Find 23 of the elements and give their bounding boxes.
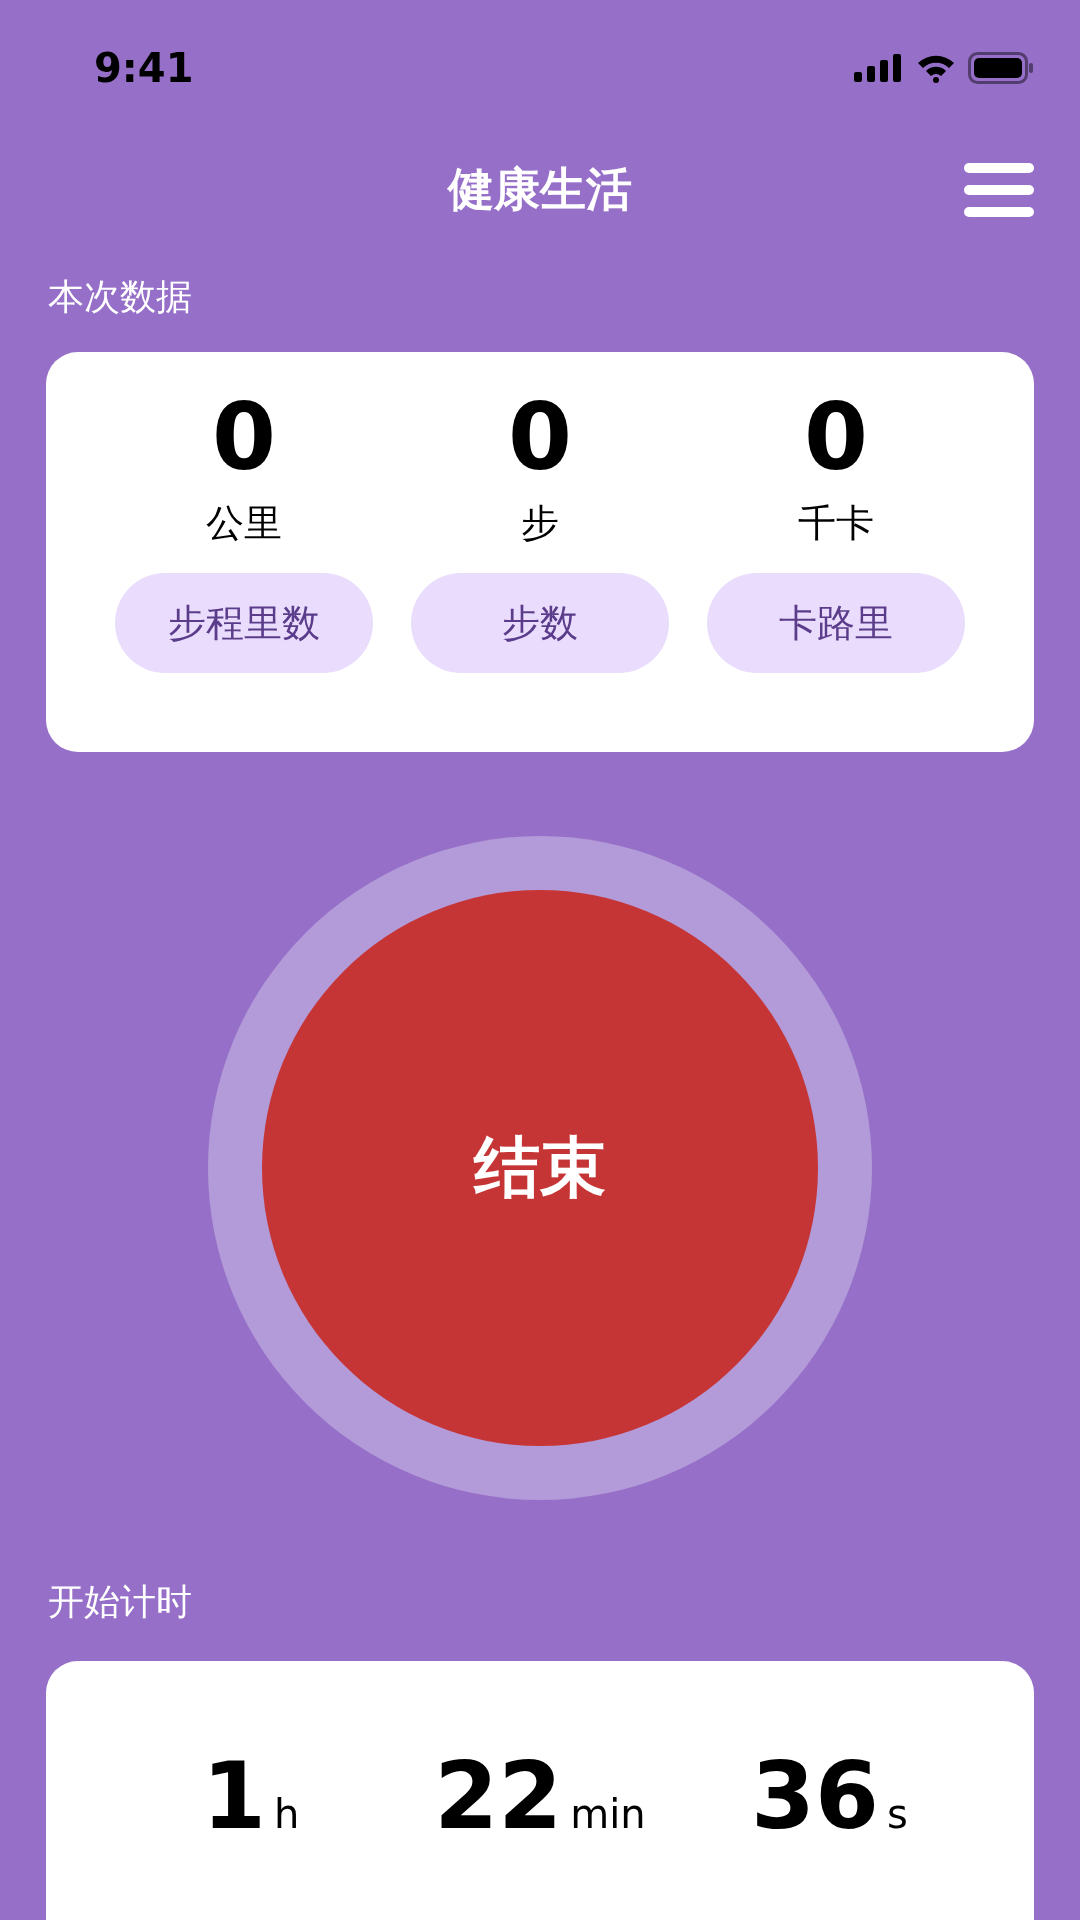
app-title: 健康生活 — [448, 161, 632, 218]
section-label: 开始计时 — [48, 1580, 192, 1624]
stat-unit: 千卡 — [798, 500, 874, 547]
status-time: 9:41 — [94, 44, 194, 91]
stat-button[interactable]: 步程里数 — [115, 573, 373, 673]
section-label: 本次数据 — [48, 275, 192, 319]
timer-value: 22 — [434, 1751, 563, 1843]
timer-value: 36 — [750, 1751, 879, 1843]
timer-value: 1 — [201, 1751, 266, 1843]
stat-unit: 公里 — [206, 500, 282, 547]
stat-button[interactable]: 卡路里 — [707, 573, 965, 673]
signal-icon — [854, 53, 904, 82]
stat-value: 0 — [804, 392, 868, 484]
menu-icon[interactable] — [964, 163, 1034, 217]
stat-value: 0 — [212, 392, 276, 484]
timer-unit: s — [886, 1791, 908, 1837]
stat-button[interactable]: 步数 — [411, 573, 669, 673]
stat-value: 0 — [508, 392, 572, 484]
timer-unit: h — [274, 1791, 300, 1837]
stop-button[interactable]: 结束 — [262, 890, 818, 1446]
timer-unit: min — [570, 1791, 646, 1837]
stat-unit: 步 — [521, 500, 559, 547]
battery-icon — [968, 51, 1034, 84]
